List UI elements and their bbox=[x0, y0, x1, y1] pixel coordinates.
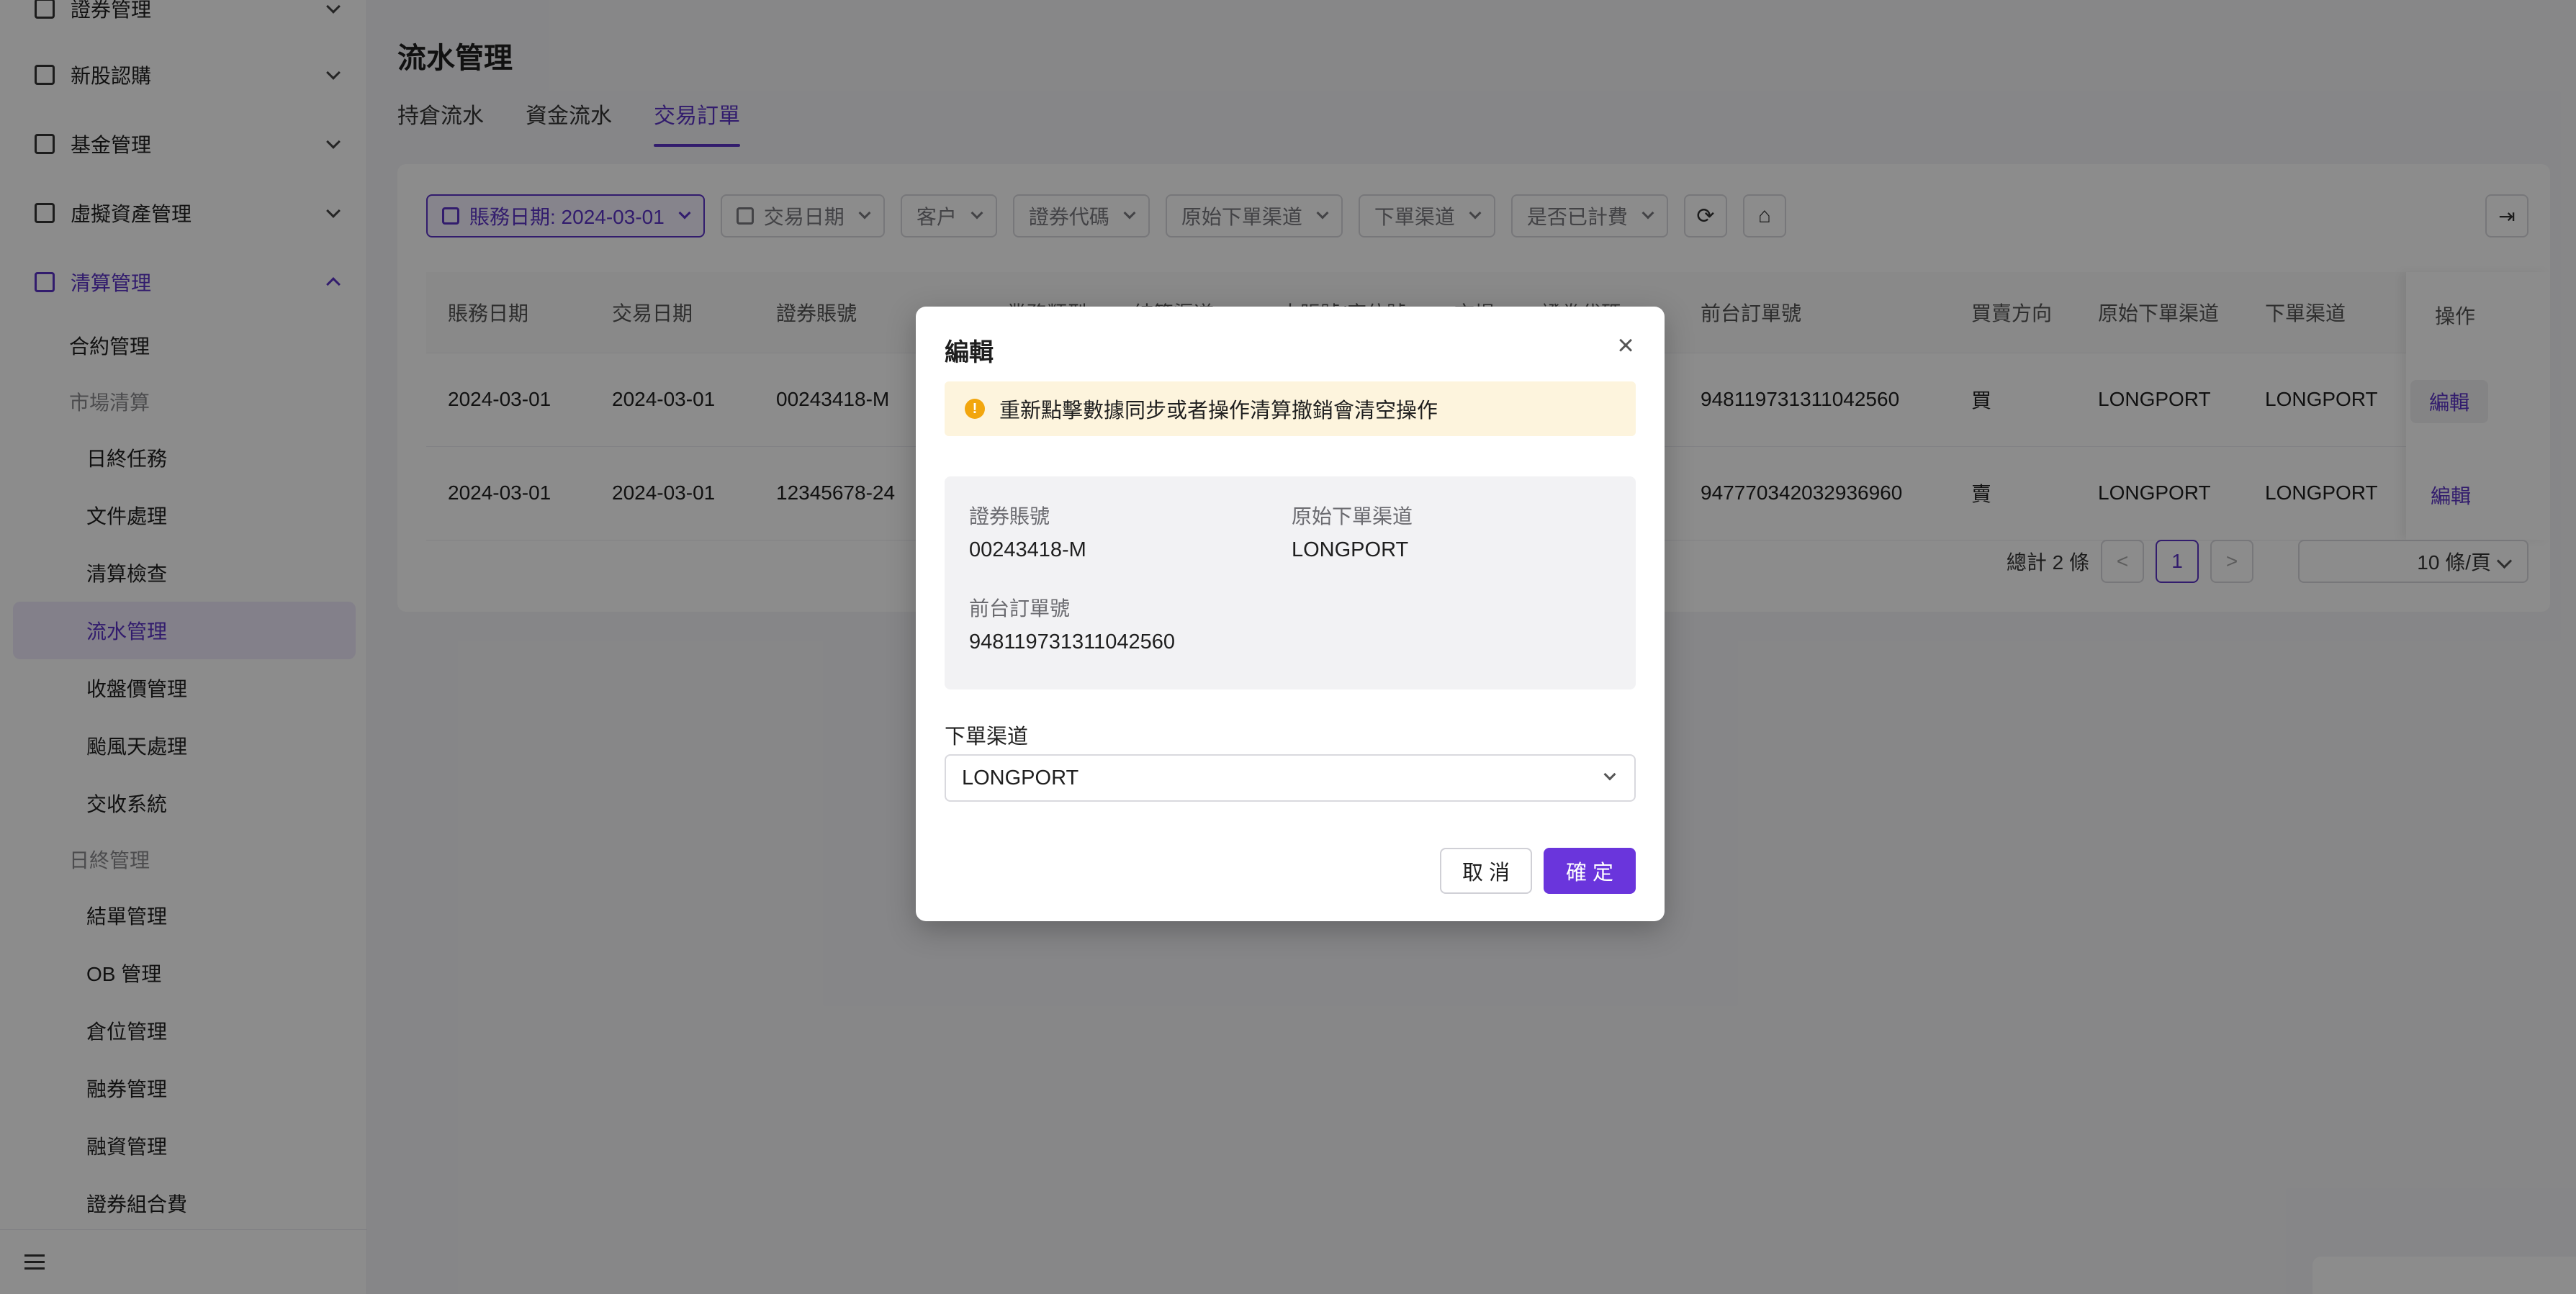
order-channel-label: 下單渠道 bbox=[945, 725, 1029, 748]
edit-modal: 編輯 × ! 重新點擊數據同步或者操作清算撤銷會清空操作 證券賬號 002434… bbox=[916, 307, 1665, 921]
confirm-button[interactable]: 確 定 bbox=[1544, 848, 1636, 894]
order-channel-value: LONGPORT bbox=[962, 766, 1079, 789]
warning-alert: ! 重新點擊數據同步或者操作清算撤銷會清空操作 bbox=[945, 381, 1636, 436]
account-label: 證券賬號 bbox=[969, 505, 1050, 528]
chevron-down-icon bbox=[1603, 768, 1616, 781]
info-panel: 證券賬號 00243418-M 原始下單渠道 LONGPORT 前台訂單號 94… bbox=[945, 476, 1636, 689]
original-channel-label: 原始下單渠道 bbox=[1292, 505, 1413, 528]
order-no-label: 前台訂單號 bbox=[969, 597, 1071, 620]
order-no-value: 948119731311042560 bbox=[969, 630, 1176, 653]
close-icon[interactable]: × bbox=[1613, 331, 1639, 360]
cancel-button[interactable]: 取 消 bbox=[1440, 848, 1532, 894]
warning-icon: ! bbox=[965, 399, 985, 419]
modal-title: 編輯 bbox=[945, 339, 994, 366]
account-value: 00243418-M bbox=[969, 538, 1086, 561]
order-channel-select[interactable]: LONGPORT bbox=[945, 754, 1636, 802]
original-channel-value: LONGPORT bbox=[1292, 538, 1409, 561]
warning-text: 重新點擊數據同步或者操作清算撤銷會清空操作 bbox=[999, 399, 1438, 422]
